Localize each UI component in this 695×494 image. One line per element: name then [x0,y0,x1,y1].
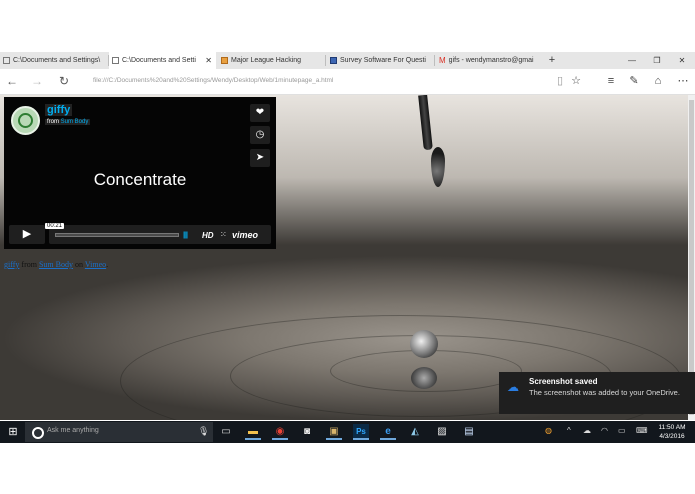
volume-icon[interactable]: ||||| [183,232,188,239]
photoshop-icon[interactable]: Ps [353,424,369,440]
file-explorer-icon[interactable]: ▬ [245,424,261,440]
tab-4-title: Survey Software For Questi [340,57,426,64]
water-drop-image [410,330,438,358]
task-view-icon[interactable]: ▭ [218,424,234,440]
clock[interactable]: 11:50 AM 4/3/2016 [652,423,692,441]
video-frame-text: Concentrate [93,170,187,189]
tab-4[interactable]: Survey Software For Questi [327,52,433,69]
tab-2-title: C:\Documents and Setti [122,57,196,64]
microphone-icon[interactable]: 🎙 [198,426,209,437]
back-icon[interactable]: ← [4,73,20,89]
smiley-icon [18,113,33,128]
clock-date: 4/3/2016 [659,433,685,440]
like-heart-icon[interactable]: ❤ [250,104,270,122]
video-caption: giffy from Sum Body on Vimeo. [4,260,108,269]
tab-2-active[interactable]: C:\Documents and Setti ✕ [109,52,216,69]
caption-on: on [74,260,83,269]
onedrive-cloud-icon: ☁ [507,380,519,394]
windows-start-icon[interactable]: ⊞ [6,425,20,439]
toast-body: The screenshot was added to your OneDriv… [529,388,680,397]
caption-period: . [106,260,109,269]
timecode: 00:21 [45,223,65,229]
byline-prefix: from [47,119,59,125]
play-button[interactable]: ▶ [9,225,45,244]
tab-1-title: C:\Documents and Settings\ [13,57,101,64]
water-column-image [411,367,437,389]
show-hidden-icons-chevron-icon[interactable]: ^ [567,426,571,435]
caption-author-link[interactable]: Sum Body [39,260,73,269]
tab-bar: C:\Documents and Settings\ C:\Documents … [0,52,695,69]
camera-icon[interactable]: ◙ [299,424,315,440]
tab-separator [325,55,326,66]
refresh-icon[interactable]: ↻ [56,73,72,89]
byline-author-link[interactable]: Sum Body [61,119,89,125]
hub-icon[interactable]: ≡ [603,73,619,89]
cortana-icon [32,427,44,439]
caption-from: from [21,260,37,269]
progress-bar[interactable] [55,233,179,237]
favorite-star-icon[interactable]: ☆ [568,73,584,89]
minimize-button[interactable]: — [619,52,645,69]
web-note-icon[interactable]: ✎ [626,73,642,89]
clock-time: 11:50 AM [658,424,686,431]
toast-title: Screenshot saved [529,377,598,386]
tray-app-icon[interactable]: ◍ [545,426,552,435]
vimeo-logo[interactable]: vimeo [232,230,258,240]
search-placeholder: Ask me anything [47,427,99,434]
video-byline: from Sum Body [45,119,91,125]
screen-bottom-margin [0,443,695,494]
notification-center-icon[interactable]: ▭ [618,426,626,435]
caption-site-link[interactable]: Vimeo [85,260,106,269]
edge-icon[interactable]: e [380,424,396,440]
notepad-icon[interactable]: ▤ [461,424,477,440]
tab-1[interactable]: C:\Documents and Settings\ [0,52,108,69]
paint-icon[interactable]: ◭ [407,424,423,440]
surveymonkey-icon [330,56,337,64]
fullscreen-icon[interactable]: ⁙ [220,230,227,239]
watch-later-clock-icon[interactable]: ◷ [250,126,270,144]
new-tab-button[interactable]: + [545,52,559,69]
video-title-link[interactable]: giffy [45,104,73,116]
reading-view-icon[interactable]: ▯ [552,73,568,89]
mlh-icon [221,56,228,64]
tab-3[interactable]: Major League Hacking [218,52,324,69]
caption-video-link[interactable]: giffy [4,260,19,269]
tab-5-title: gifs - wendymanstro@gmai [448,57,534,64]
page-icon [3,56,10,64]
share-icon[interactable]: ⌂ [650,73,666,89]
address-field[interactable]: file:///C:/Documents%20and%20Settings/We… [93,75,533,87]
hd-toggle[interactable]: HD [202,231,214,240]
wifi-icon[interactable]: ◠ [601,426,608,435]
share-send-icon[interactable]: ➤ [250,149,270,167]
tab-3-title: Major League Hacking [231,57,302,64]
tab-separator [434,55,435,66]
close-window-button[interactable]: ✕ [669,52,695,69]
forward-icon[interactable]: → [29,73,45,89]
scrollbar-thumb[interactable] [689,100,694,415]
close-tab-icon[interactable]: ✕ [205,52,212,69]
onedrive-tray-icon[interactable]: ☁ [583,426,591,435]
chrome-icon[interactable]: ◉ [272,424,288,440]
restore-button[interactable]: ❐ [644,52,670,69]
more-icon[interactable]: ⋯ [675,73,691,89]
media-app-icon[interactable]: ▣ [326,424,342,440]
page-icon [112,56,119,64]
keyboard-icon[interactable]: ⌨ [636,426,648,435]
photos-icon[interactable]: ▨ [434,424,450,440]
gmail-icon: M [439,55,446,65]
tab-5[interactable]: Mgifs - wendymanstro@gmai [436,52,544,69]
